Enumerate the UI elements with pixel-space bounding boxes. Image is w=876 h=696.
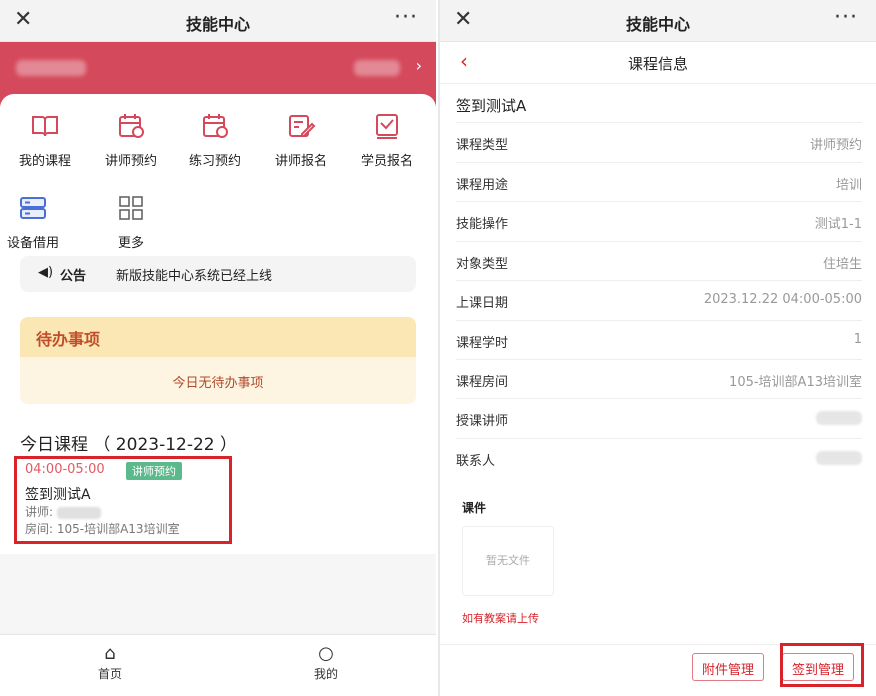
chevron-right-icon[interactable]: › (416, 56, 422, 75)
notice-bar[interactable]: ◀) 公告 新版技能中心系统已经上线 (20, 256, 416, 292)
blurred-username (16, 60, 86, 76)
tab-mine[interactable]: ○ 我的 (296, 643, 356, 682)
info-key: 课程房间 (456, 375, 509, 390)
today-courses-title: 今日课程 （ 2023-12-22 ） (20, 435, 238, 455)
page-title: 技能中心 (185, 15, 250, 34)
grid-label: 更多 (117, 236, 144, 251)
more-icon[interactable]: ··· (394, 6, 418, 30)
tab-label: 我的 (313, 667, 338, 681)
info-key: 课程用途 (456, 178, 509, 193)
upload-hint[interactable]: 如有教案请上传 (462, 610, 539, 626)
info-key: 对象类型 (456, 257, 509, 272)
page-title: 技能中心 (625, 15, 690, 34)
grid-label: 学员报名 (360, 154, 413, 169)
more-icon[interactable]: ··· (834, 6, 858, 30)
calendar-icon (119, 114, 144, 138)
info-row-purpose: 课程用途 培训 (456, 162, 862, 200)
info-key: 课程类型 (456, 138, 509, 153)
tab-home[interactable]: ⌂ 首页 (80, 643, 140, 682)
info-row-type: 课程类型 讲师预约 (456, 122, 862, 160)
sub-title: 课程信息 (627, 55, 688, 73)
info-row-teacher: 授课讲师 (456, 398, 862, 436)
grid-item-practice-booking[interactable]: 练习预约 (176, 112, 254, 169)
grid-item-my-courses[interactable]: 我的课程 (6, 112, 84, 169)
tab-label: 首页 (97, 667, 122, 681)
info-row-date: 上课日期 2023.12.22 04:00-05:00 (456, 280, 862, 318)
grid-label: 讲师预约 (104, 154, 157, 169)
todo-empty-text: 今日无待办事项 (172, 376, 264, 391)
grid-label: 我的课程 (18, 154, 71, 169)
info-value: 2023.12.22 04:00-05:00 (703, 292, 862, 307)
home-icon: ⌂ (104, 643, 116, 664)
notice-text: 新版技能中心系统已经上线 (116, 269, 273, 284)
courseware-box[interactable]: 暂无文件 (462, 526, 554, 596)
grid-item-teacher-booking[interactable]: 讲师预约 (92, 112, 170, 169)
info-row-contact: 联系人 (456, 438, 862, 476)
info-value: 105-培训部A13培训室 (729, 375, 862, 390)
info-value: 测试1-1 (814, 217, 862, 232)
grid-item-student-signup[interactable]: 学员报名 (348, 112, 426, 169)
info-row-room: 课程房间 105-培训部A13培训室 (456, 359, 862, 397)
blurred-value (816, 411, 862, 425)
info-value: 1 (853, 332, 862, 347)
server-icon (20, 197, 46, 219)
info-key: 技能操作 (456, 217, 509, 232)
edit-icon (289, 115, 316, 137)
info-key: 联系人 (456, 454, 496, 469)
info-key: 上课日期 (456, 296, 509, 311)
info-row-hours: 课程学时 1 (456, 320, 862, 358)
book-icon (32, 116, 58, 137)
blurred-info (354, 60, 400, 76)
grid-item-equipment[interactable]: 设备借用 (0, 194, 72, 251)
todo-card: 待办事项 今日无待办事项 (20, 317, 416, 404)
top-bar: ✕ 技能中心 ··· (0, 0, 436, 42)
notice-tag: 公告 (60, 269, 87, 284)
blurred-value (816, 451, 862, 465)
info-value: 培训 (835, 178, 862, 193)
home-screen: ✕ 技能中心 ··· › 我的课程 讲师预约 练习预约 讲师报名 学员报名 设备… (0, 0, 436, 696)
info-row-skill: 技能操作 测试1-1 (456, 201, 862, 239)
user-icon: ○ (318, 643, 334, 664)
course-name: 签到测试A (456, 97, 527, 115)
courseware-label: 课件 (462, 501, 487, 515)
grid-icon (119, 196, 143, 220)
attachment-manage-button[interactable]: 附件管理 (692, 653, 765, 681)
todo-title: 待办事项 (20, 317, 416, 357)
info-key: 授课讲师 (456, 414, 509, 429)
grid-label: 练习预约 (188, 154, 241, 169)
info-key: 课程学时 (456, 336, 509, 351)
info-value: 住培生 (822, 257, 862, 272)
highlight-box (780, 643, 864, 687)
grid-label: 讲师报名 (274, 154, 327, 169)
grid-item-teacher-signup[interactable]: 讲师报名 (262, 112, 340, 169)
speaker-icon: ◀) (38, 265, 54, 280)
grid-label: 设备借用 (6, 236, 59, 251)
calendar-icon (203, 114, 228, 138)
info-value: 讲师预约 (809, 138, 862, 153)
top-bar: ✕ 技能中心 ··· (440, 0, 876, 42)
info-row-target: 对象类型 住培生 (456, 241, 862, 279)
sub-header: ‹ 课程信息 (440, 42, 876, 84)
course-detail-screen: ✕ 技能中心 ··· ‹ 课程信息 签到测试A 课程类型 讲师预约 课程用途 培… (438, 0, 876, 696)
highlight-box (14, 456, 232, 544)
check-icon (376, 114, 398, 139)
grid-item-more[interactable]: 更多 (92, 194, 170, 251)
tab-bar: ⌂ 首页 ○ 我的 (0, 634, 436, 696)
